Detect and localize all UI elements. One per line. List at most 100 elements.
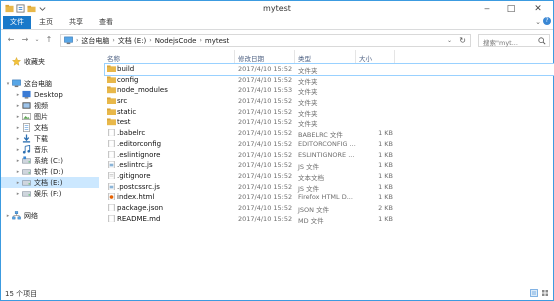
expand-chevron-icon[interactable]: ▸ [15, 169, 21, 175]
tab-view[interactable]: 查看 [91, 16, 121, 29]
column-divider[interactable] [294, 50, 295, 63]
expand-chevron-icon[interactable]: ▸ [15, 114, 21, 120]
file-row[interactable]: build 2017/4/10 15:52 文件夹 [104, 63, 554, 76]
file-row[interactable]: node_modules 2017/4/10 15:53 文件夹 [105, 85, 554, 96]
expand-chevron-icon[interactable]: ▸ [5, 213, 11, 219]
file-row[interactable]: .editorconfig 2017/4/10 15:52 EDITORCONFIG… [105, 139, 554, 150]
nav-downloads[interactable]: ▸ 下载 [1, 133, 99, 144]
expand-chevron-icon[interactable]: ▸ [15, 147, 21, 153]
tab-share[interactable]: 共享 [61, 16, 91, 29]
forward-arrow-icon[interactable]: → [20, 35, 30, 45]
large-icons-view-icon[interactable] [541, 289, 549, 297]
drive-icon [22, 189, 31, 198]
search-input[interactable]: 搜索"myt... [478, 34, 550, 47]
pc-icon [64, 36, 73, 45]
file-row[interactable]: src 2017/4/10 15:52 文件夹 [105, 96, 554, 107]
breadcrumb-separator: › [149, 37, 152, 44]
expand-chevron-icon[interactable]: ▸ [15, 136, 21, 142]
minimize-button[interactable]: ‒ [475, 1, 499, 16]
file-file-icon [107, 214, 116, 223]
column-size[interactable]: 大小 [359, 53, 372, 63]
help-icon[interactable]: ? [543, 17, 551, 25]
nav-label: 文档 [34, 123, 48, 132]
item-count: 15 个项目 [5, 290, 38, 298]
recent-locations-icon[interactable]: ⌄ [32, 35, 42, 45]
column-divider[interactable] [355, 50, 356, 63]
status-bar: 15 个项目 [1, 286, 553, 300]
file-row[interactable]: package.json 2017/4/10 15:52 JSON 文件 2 KB [105, 203, 554, 214]
file-row[interactable]: .gitignore 2017/4/10 15:52 文本文档 1 KB [105, 171, 554, 182]
file-name: package.json [117, 203, 164, 212]
details-view-icon[interactable] [530, 289, 538, 297]
expand-chevron-icon[interactable]: ▾ [5, 81, 11, 87]
file-list: 名称 修改日期 类型 大小 build 2017/4/10 15:52 文件夹 con… [101, 50, 554, 282]
file-date: 2017/4/10 15:52 [238, 214, 293, 223]
nav-label: 系统 (C:) [34, 156, 63, 165]
nav-thispc[interactable]: ▾ 这台电脑 [1, 78, 99, 89]
breadcrumb-nodejscode[interactable]: NodejsCode [155, 37, 197, 45]
nav-pictures[interactable]: ▸ 图片 [1, 111, 99, 122]
nav-label: 视频 [34, 101, 48, 110]
file-row[interactable]: test 2017/4/10 15:52 文件夹 [105, 117, 554, 128]
expand-chevron-icon[interactable]: ▸ [15, 180, 21, 186]
file-row[interactable]: README.md 2017/4/10 15:52 MD 文件 1 KB [105, 214, 554, 225]
nav-drive-f[interactable]: ▸ 娱乐 (F:) [1, 188, 99, 199]
up-arrow-icon[interactable]: ↑ [44, 35, 54, 45]
refresh-icon[interactable]: ↻ [459, 36, 466, 45]
back-arrow-icon[interactable]: ← [6, 35, 16, 45]
expand-chevron-icon[interactable]: ▸ [15, 125, 21, 131]
file-date: 2017/4/10 15:52 [238, 97, 293, 106]
nav-music[interactable]: ▸ 音乐 [1, 144, 99, 155]
file-name: config [117, 75, 139, 84]
address-bar[interactable]: › 这台电脑 › 文档 (E:) › NodejsCode › mytest ⌄… [60, 34, 471, 47]
nav-label: 收藏夹 [24, 57, 45, 66]
file-file-icon [107, 203, 116, 212]
network-icon [12, 211, 21, 220]
nav-drive-c[interactable]: ▸ 系统 (C:) [1, 155, 99, 166]
file-size: 1 KB [378, 193, 393, 202]
column-date[interactable]: 修改日期 [238, 53, 264, 63]
address-history-icon[interactable]: ⌄ [447, 37, 452, 44]
file-row[interactable]: .eslintignore 2017/4/10 15:52 ESLINTIGNORE… [105, 150, 554, 161]
file-row[interactable]: .postcssrc.js 2017/4/10 15:52 JS 文件 1 KB [105, 182, 554, 193]
nav-network[interactable]: ▸ 网络 [1, 210, 99, 221]
column-name[interactable]: 名称 [107, 53, 120, 63]
nav-drive-d[interactable]: ▸ 软件 (D:) [1, 166, 99, 177]
nav-documents[interactable]: ▸ 文档 [1, 122, 99, 133]
file-row[interactable]: config 2017/4/10 15:52 文件夹 [105, 75, 554, 86]
expand-ribbon-icon[interactable]: ⌄ [535, 18, 541, 26]
search-icon [538, 37, 546, 45]
file-row[interactable]: static 2017/4/10 15:52 文件夹 [105, 107, 554, 118]
file-row[interactable]: .babelrc 2017/4/10 15:52 BABELRC 文件 1 KB [105, 128, 554, 139]
tab-home[interactable]: 主页 [31, 16, 61, 29]
expand-chevron-icon[interactable]: ▸ [15, 92, 21, 98]
breadcrumb-mytest[interactable]: mytest [205, 37, 229, 45]
column-divider[interactable] [394, 50, 395, 63]
breadcrumb-thispc[interactable]: 这台电脑 [81, 36, 109, 46]
nav-label: 软件 (D:) [34, 167, 64, 176]
expand-chevron-icon[interactable]: ▸ [15, 158, 21, 164]
nav-desktop[interactable]: ▸ Desktop [1, 89, 99, 100]
expand-chevron-icon[interactable]: ▸ [15, 191, 21, 197]
file-type: BABELRC 文件 [298, 131, 343, 140]
nav-favorites[interactable]: 收藏夹 [1, 56, 99, 67]
column-divider[interactable] [234, 50, 235, 63]
file-date: 2017/4/10 15:52 [238, 118, 293, 127]
file-row[interactable]: index.html 2017/4/10 15:52 Firefox HTML D.… [105, 192, 554, 203]
column-type[interactable]: 类型 [298, 53, 311, 63]
file-date: 2017/4/10 15:52 [238, 150, 293, 159]
file-size: 1 KB [378, 171, 393, 180]
breadcrumb-drive-e[interactable]: 文档 (E:) [118, 36, 146, 46]
tab-file[interactable]: 文件 [3, 16, 31, 29]
file-size: 1 KB [378, 150, 393, 159]
file-size: 2 KB [378, 203, 393, 212]
nav-drive-e[interactable]: ▸ 文档 (E:) [1, 177, 99, 188]
music-icon [22, 144, 31, 154]
breadcrumb-separator: › [199, 37, 202, 44]
file-row[interactable]: .eslintrc.js 2017/4/10 15:52 JS 文件 1 KB [105, 160, 554, 171]
expand-chevron-icon[interactable]: ▸ [15, 103, 21, 109]
nav-videos[interactable]: ▸ 视频 [1, 100, 99, 111]
close-button[interactable]: ✕ [523, 1, 553, 16]
js-file-icon [107, 182, 116, 191]
maximize-button[interactable]: □ [499, 1, 523, 16]
